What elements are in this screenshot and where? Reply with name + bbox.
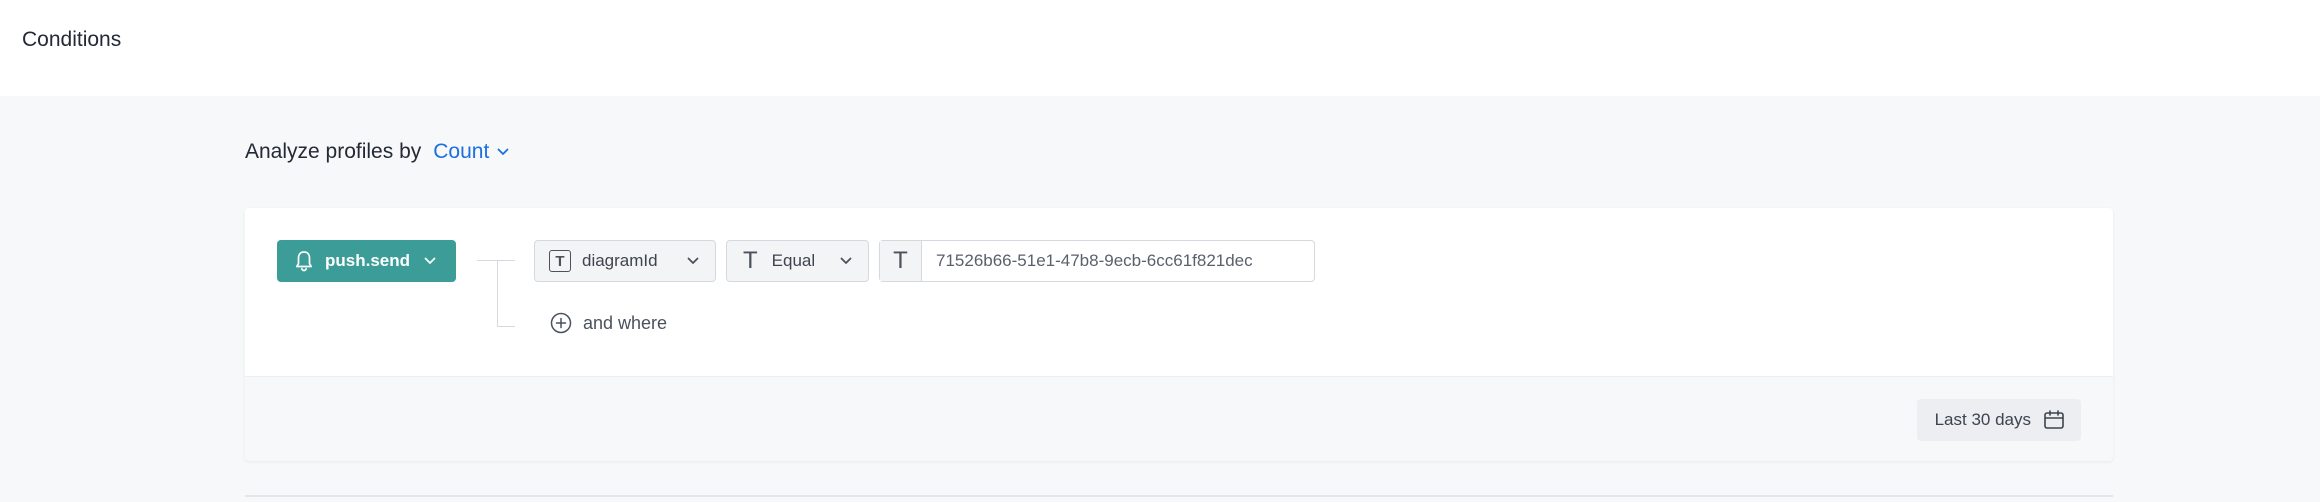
chevron-down-icon [840,257,852,264]
value-input[interactable] [922,241,1312,281]
condition-row: push.send T diagramId T Equal T 71526b66… [245,208,2113,376]
connector-line [497,260,498,326]
operator-label: Equal [771,251,816,270]
event-name: push.send [325,251,411,270]
parameter-dropdown[interactable]: T diagramId [534,240,716,282]
aggregation-value: Count [433,140,490,163]
main-content: Analyze profiles by Count push.send T di… [0,96,2320,502]
calendar-icon [2044,410,2064,429]
analyze-row: Analyze profiles by Count [245,140,509,164]
add-and-where-label: and where [583,312,668,333]
condition-card: push.send T diagramId T Equal T 71526b66… [245,208,2113,461]
header: Conditions [0,0,2320,96]
value-field: T [879,240,1315,282]
aggregation-dropdown[interactable]: Count [433,140,509,164]
analyze-label: Analyze profiles by [245,140,422,163]
text-type-icon: T [549,250,571,272]
connector-line [497,326,515,327]
chevron-down-icon [687,257,699,264]
plus-circle-icon [550,312,572,334]
divider [245,495,2113,497]
date-range-label: Last 30 days [1934,410,2031,429]
parameter-label: diagramId [582,251,658,270]
event-select-button[interactable]: push.send [277,240,457,282]
operator-dropdown[interactable]: T Equal [726,240,869,282]
text-type-icon: T [880,241,922,281]
page-title: Conditions [22,28,122,51]
add-and-where-button[interactable]: and where [550,312,667,334]
connector-line [477,260,515,261]
chevron-down-icon [424,257,436,264]
bell-icon [295,251,313,272]
chevron-down-icon [497,148,509,155]
date-range-button[interactable]: Last 30 days [1916,399,2081,441]
text-type-icon: T [743,247,758,274]
card-footer: Last 30 days [245,376,2113,461]
